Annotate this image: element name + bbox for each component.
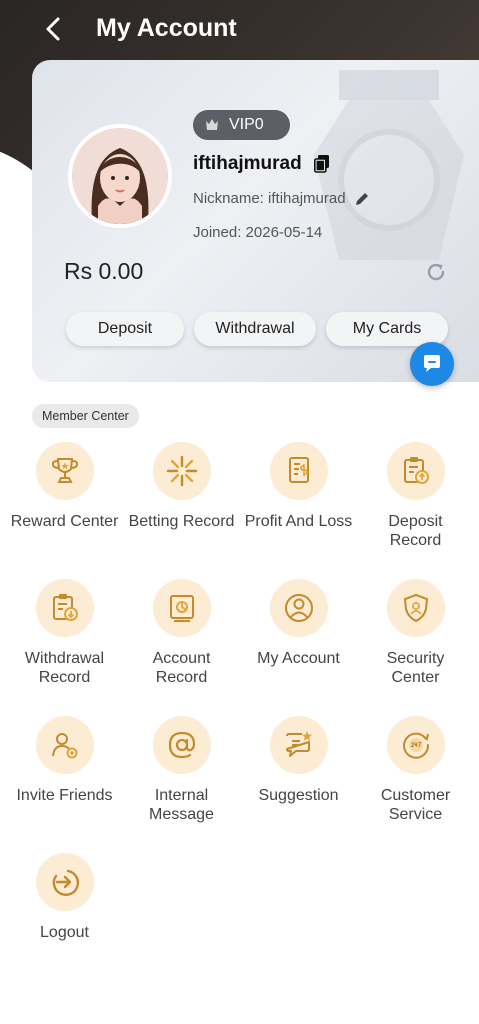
menu-item-invite-friends[interactable]: Invite Friends <box>6 716 123 853</box>
balance-amount: Rs 0.00 <box>64 258 144 284</box>
menu-item-deposit-record[interactable]: Deposit Record <box>357 442 474 579</box>
refresh-balance-button[interactable] <box>424 260 450 286</box>
menu-item-profit-and-loss[interactable]: Profit And Loss <box>240 442 357 579</box>
menu-item-my-account[interactable]: My Account <box>240 579 357 716</box>
withdrawal-clipboard-icon <box>52 594 78 621</box>
vip-level: VIP0 <box>229 116 264 133</box>
menu-label: Invite Friends <box>16 787 113 804</box>
back-button[interactable] <box>36 12 70 46</box>
joined-date: 2026-05-14 <box>245 224 323 241</box>
menu-label: Deposit Record <box>388 513 443 549</box>
menu-label: My Account <box>257 650 340 667</box>
account-card: VIP0 iftihajmurad Nickname: iftihajmurad… <box>32 60 479 382</box>
nickname-row: Nickname: iftihajmurad <box>193 190 370 207</box>
menu-label: Reward Center <box>10 513 119 530</box>
app-header: My Account <box>0 0 479 56</box>
my-cards-button[interactable]: My Cards <box>326 312 448 346</box>
nickname: Nickname: iftihajmurad <box>193 190 346 207</box>
logout-icon <box>52 869 79 896</box>
copy-icon[interactable] <box>313 155 330 173</box>
account-chart-icon <box>169 595 194 622</box>
chevron-left-icon <box>46 17 60 41</box>
joined-label: Joined: <box>193 224 242 241</box>
menu-item-customer-service[interactable]: Customer Service <box>357 716 474 853</box>
suggestion-icon <box>285 731 312 757</box>
chat-button[interactable] <box>410 342 454 386</box>
username-row: iftihajmurad <box>193 153 330 175</box>
member-center-title: Member Center <box>32 404 139 428</box>
at-sign-icon <box>168 731 195 759</box>
page-title: My Account <box>96 14 237 42</box>
refresh-icon <box>427 263 445 281</box>
menu-item-betting-record[interactable]: Betting Record <box>123 442 240 579</box>
member-center-grid: Reward Center Betting Record Profit And … <box>6 442 473 990</box>
deposit-clipboard-icon <box>403 457 429 484</box>
menu-label: Internal Message <box>149 787 214 823</box>
menu-item-account-record[interactable]: Account Record <box>123 579 240 716</box>
vip-crown-icon <box>206 119 218 130</box>
menu-label: Security Center <box>386 650 445 686</box>
menu-label: Customer Service <box>380 787 451 823</box>
user-circle-icon <box>284 594 313 622</box>
invite-user-icon <box>51 733 77 759</box>
menu-item-logout[interactable]: Logout <box>6 853 123 990</box>
menu-label: Logout <box>40 924 89 941</box>
avatar[interactable] <box>68 124 172 228</box>
deposit-button[interactable]: Deposit <box>66 312 184 346</box>
withdrawal-button[interactable]: Withdrawal <box>194 312 316 346</box>
sparkle-icon <box>166 455 197 487</box>
ledger-icon <box>288 457 309 483</box>
joined-row: Joined: 2026-05-14 <box>193 224 322 241</box>
profile-photo-icon <box>72 128 168 224</box>
service-24-7-icon <box>402 732 429 759</box>
menu-label: Profit And Loss <box>244 513 353 530</box>
menu-label: Betting Record <box>128 513 235 530</box>
vip-badge: VIP0 <box>193 110 290 140</box>
account-actions: Deposit Withdrawal My Cards <box>66 312 448 346</box>
menu-label: Suggestion <box>258 787 339 804</box>
menu-item-suggestion[interactable]: Suggestion <box>240 716 357 853</box>
menu-item-withdrawal-record[interactable]: Withdrawal Record <box>6 579 123 716</box>
chat-bubble-icon <box>424 355 440 372</box>
shield-icon <box>403 593 428 623</box>
trophy-icon <box>51 458 78 483</box>
menu-item-security-center[interactable]: Security Center <box>357 579 474 716</box>
menu-label: Withdrawal Record <box>24 650 105 686</box>
edit-pencil-icon[interactable] <box>354 191 370 207</box>
menu-label: Account Record <box>152 650 211 686</box>
menu-item-reward-center[interactable]: Reward Center <box>6 442 123 579</box>
username: iftihajmurad <box>193 153 302 174</box>
menu-item-internal-message[interactable]: Internal Message <box>123 716 240 853</box>
